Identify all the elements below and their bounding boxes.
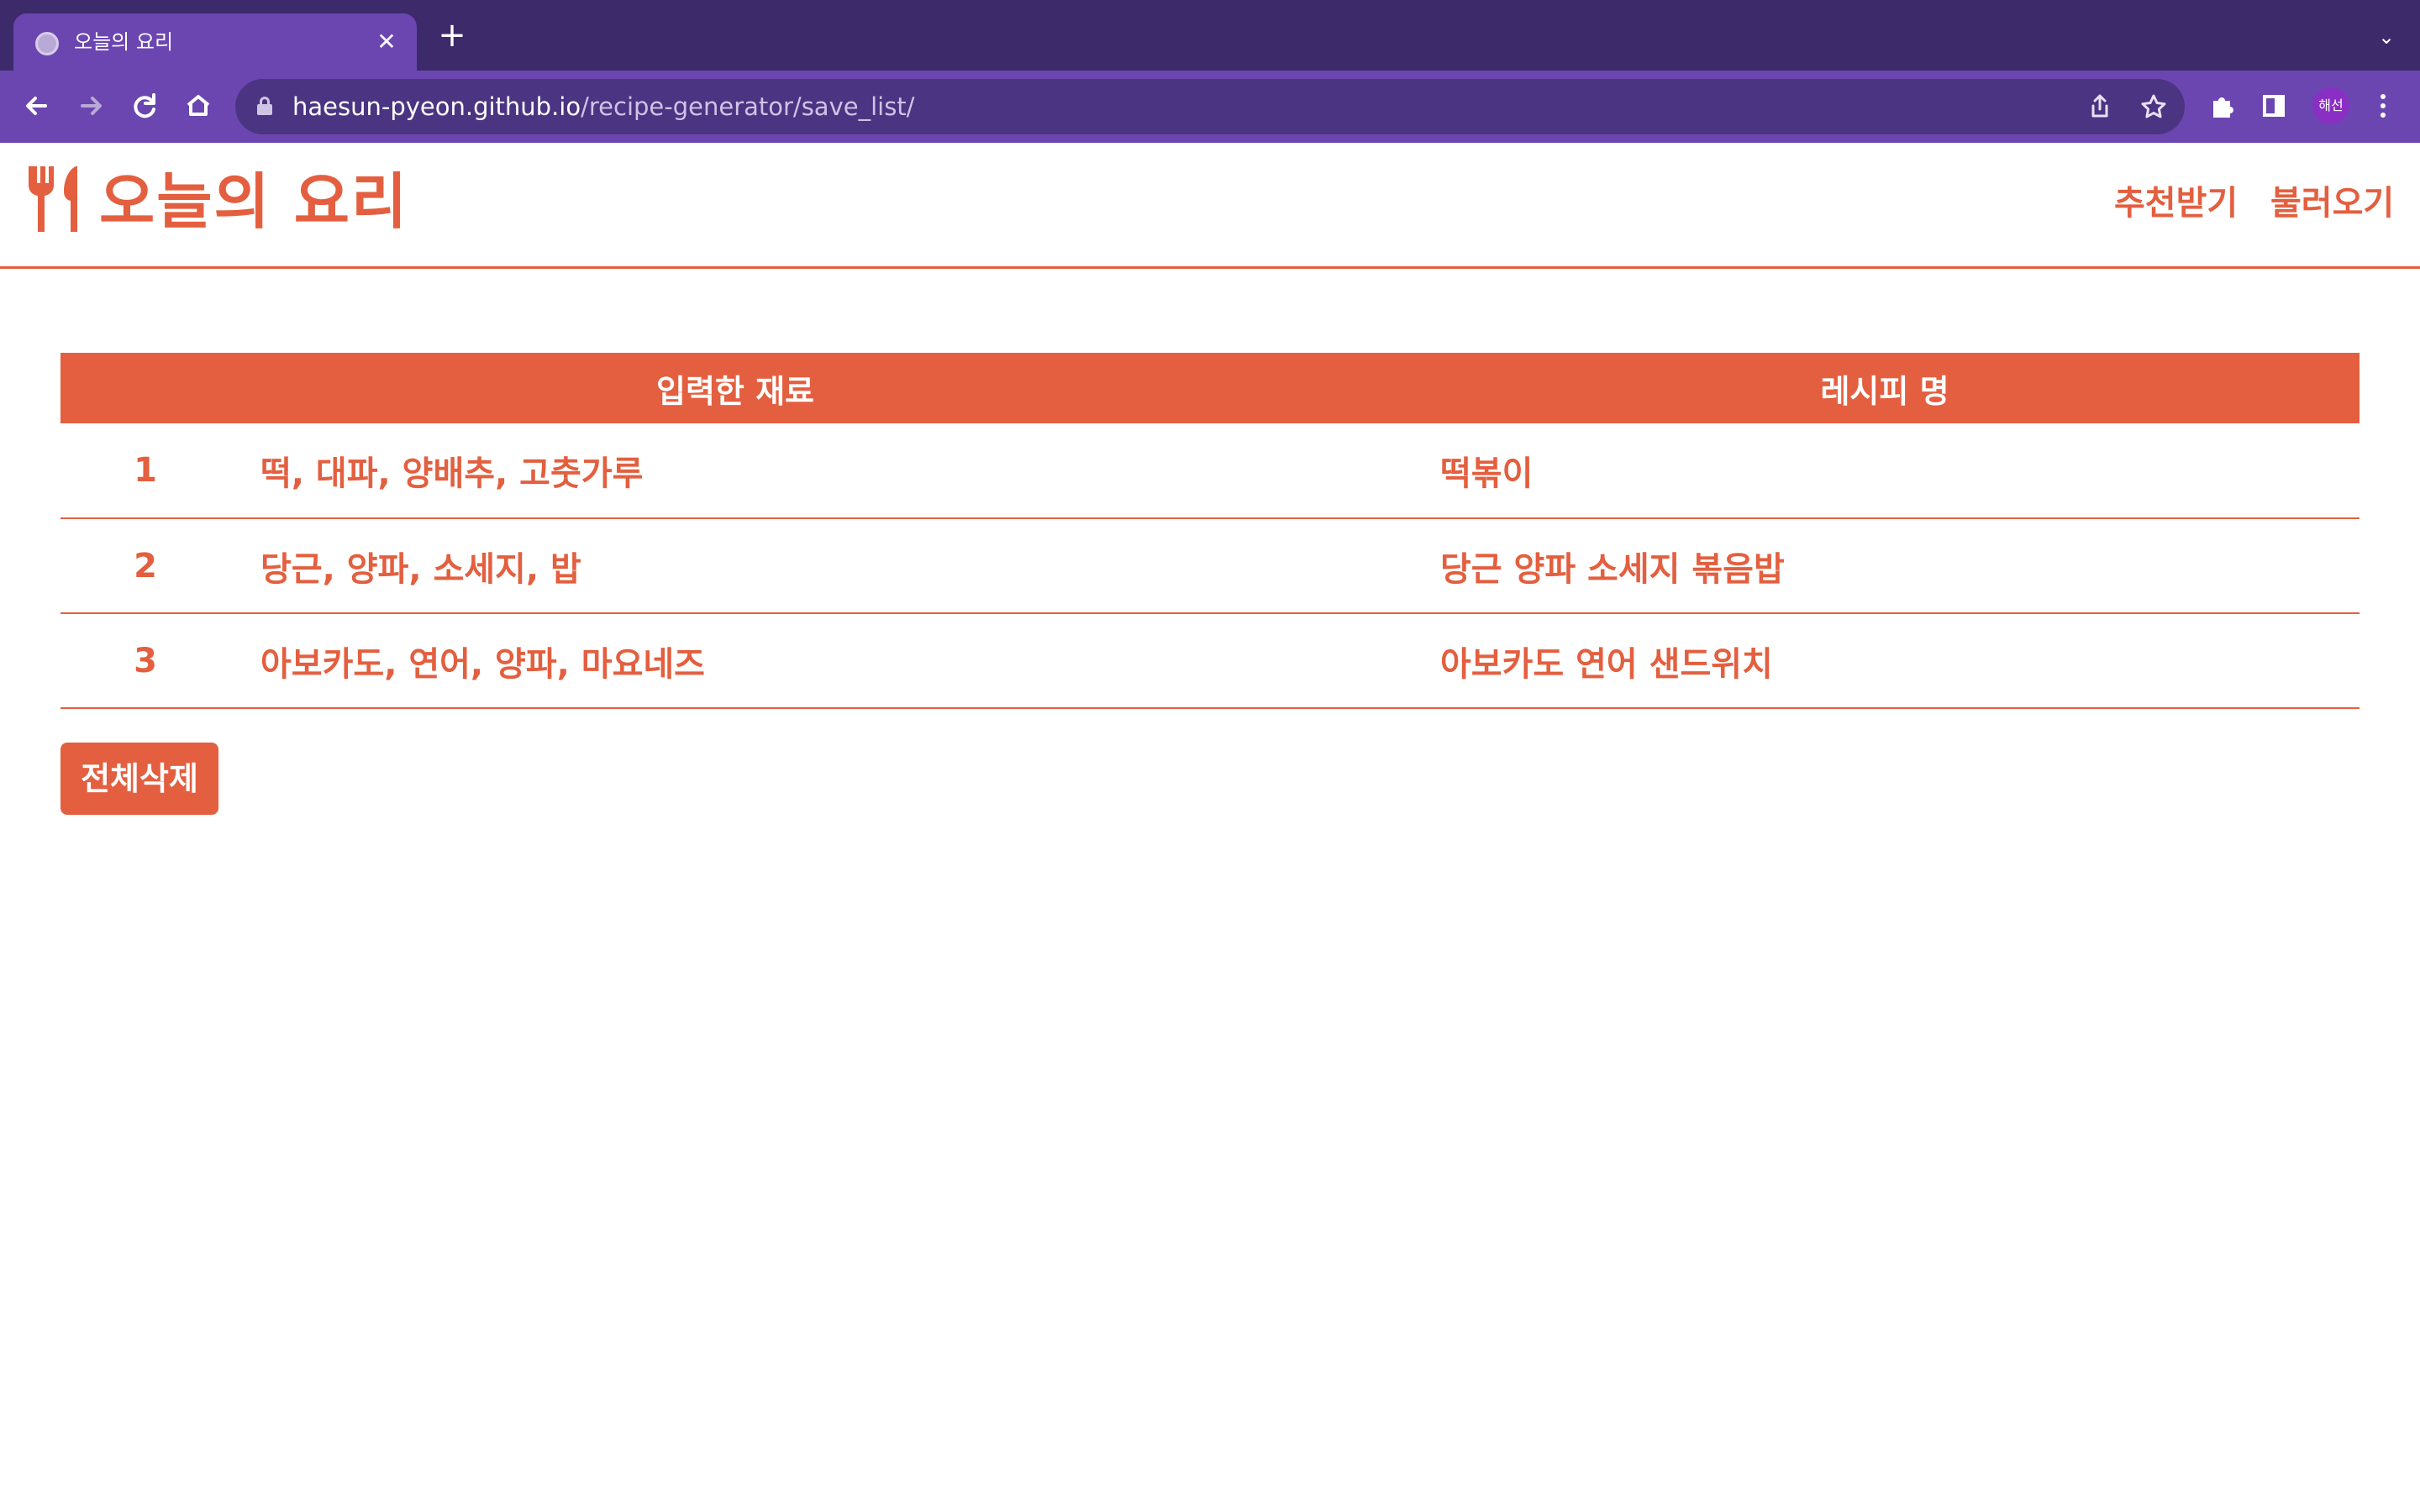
back-arrow-icon[interactable] xyxy=(17,86,57,126)
site-header: 오늘의 요리 추천받기 불러오기 xyxy=(0,143,2420,269)
lock-icon[interactable] xyxy=(257,97,272,115)
reload-icon[interactable] xyxy=(124,86,165,126)
row-ingredients: 떡, 대파, 양배추, 고춧가루 xyxy=(230,423,1410,519)
nav-load-link[interactable]: 불러오기 xyxy=(2270,180,2394,227)
row-recipe-name[interactable]: 아보카도 연어 샌드위치 xyxy=(1410,613,2360,709)
saved-recipes-table: 입력한 재료 레시피 명 1 떡, 대파, 양배추, 고춧가루 떡볶이 2 당근… xyxy=(60,353,2360,709)
star-icon[interactable] xyxy=(2138,91,2170,123)
tab-search-chevron-icon[interactable]: ⌄ xyxy=(2373,24,2400,50)
row-ingredients: 당근, 양파, 소세지, 밥 xyxy=(230,518,1410,614)
home-icon[interactable] xyxy=(178,86,218,126)
row-number: 3 xyxy=(60,613,230,709)
forward-arrow-icon[interactable] xyxy=(71,86,111,126)
row-recipe-name[interactable]: 당근 양파 소세지 볶음밥 xyxy=(1410,518,2360,614)
url-host: haesun-pyeon.github.io xyxy=(292,92,581,121)
browser-toolbar: haesun-pyeon.github.io/recipe-generator/… xyxy=(0,71,2420,143)
table-row[interactable]: 2 당근, 양파, 소세지, 밥 당근 양파 소세지 볶음밥 xyxy=(60,518,2360,614)
url-text: haesun-pyeon.github.io/recipe-generator/… xyxy=(292,91,914,123)
nav-recommend-link[interactable]: 추천받기 xyxy=(2114,180,2238,227)
recipe-name-column-header: 레시피 명 xyxy=(1410,353,2360,423)
site-logo-text[interactable]: 오늘의 요리 xyxy=(99,166,408,237)
row-number: 2 xyxy=(60,518,230,614)
table-row[interactable]: 3 아보카도, 연어, 양파, 마요네즈 아보카도 연어 샌드위치 xyxy=(60,613,2360,709)
fork-knife-icon[interactable] xyxy=(25,165,86,234)
table-header-row: 입력한 재료 레시피 명 xyxy=(60,353,2360,423)
share-icon[interactable] xyxy=(2084,91,2116,123)
globe-icon xyxy=(35,32,59,55)
browser-tab-strip: 오늘의 요리 ✕ + ⌄ xyxy=(0,0,2420,71)
row-recipe-name[interactable]: 떡볶이 xyxy=(1410,423,2360,519)
ingredients-column-header: 입력한 재료 xyxy=(60,353,1410,423)
close-tab-icon[interactable]: ✕ xyxy=(370,25,403,59)
profile-avatar[interactable]: 해선 xyxy=(2312,87,2349,124)
side-panel-icon[interactable] xyxy=(2254,86,2294,126)
row-ingredients: 아보카도, 연어, 양파, 마요네즈 xyxy=(230,613,1410,709)
table-row[interactable]: 1 떡, 대파, 양배추, 고춧가루 떡볶이 xyxy=(60,423,2360,519)
new-tab-button[interactable]: + xyxy=(435,18,469,54)
kebab-menu-icon[interactable] xyxy=(2363,86,2403,126)
browser-tab[interactable]: 오늘의 요리 ✕ xyxy=(13,13,417,71)
url-path: /recipe-generator/save_list/ xyxy=(581,92,915,121)
address-bar[interactable]: haesun-pyeon.github.io/recipe-generator/… xyxy=(235,79,2185,134)
row-number: 1 xyxy=(60,423,230,519)
extensions-icon[interactable] xyxy=(2202,86,2242,126)
tab-title: 오늘의 요리 xyxy=(74,30,174,54)
delete-all-button[interactable]: 전체삭제 xyxy=(60,743,218,815)
